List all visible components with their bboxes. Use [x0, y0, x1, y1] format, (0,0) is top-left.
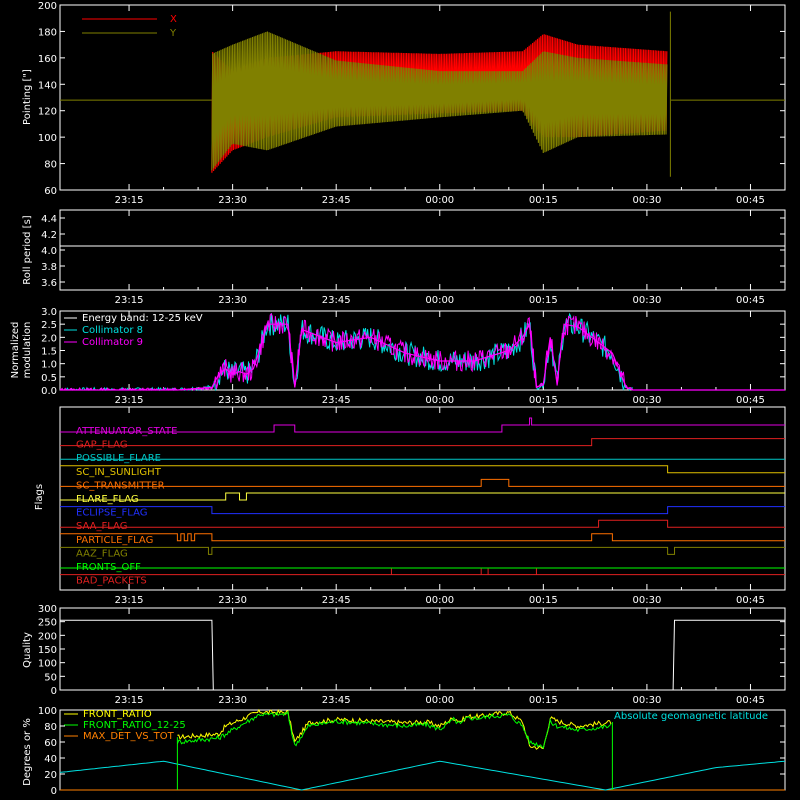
y-tick-label: 150 [38, 645, 57, 656]
y-tick-label: 20 [44, 770, 57, 781]
x-tick-label: 23:45 [322, 695, 351, 706]
y-tick-label: 160 [38, 54, 57, 65]
x-tick-label: 23:15 [115, 295, 144, 306]
y-tick-label: 100 [38, 659, 57, 670]
roll-y-label: Roll period [s] [22, 215, 33, 284]
flag-label-sc-in-sunlight: SC_IN_SUNLIGHT [76, 467, 162, 478]
x-tick-label: 00:00 [425, 195, 454, 206]
y-tick-label: 100 [38, 706, 57, 717]
modulation-y-label-1: Normalized [10, 322, 21, 379]
legend-coll9: Collimator 9 [82, 337, 143, 348]
y-tick-label: 140 [38, 80, 57, 91]
flag-label-possible-flare: POSSIBLE_FLARE [76, 453, 161, 464]
quality-y-label: Quality [22, 632, 33, 668]
y-tick-label: 3.8 [41, 262, 57, 273]
x-tick-label: 23:45 [322, 595, 351, 606]
legend-max-det: MAX_DET_VS_TOT [83, 731, 175, 742]
x-tick-label: 00:00 [425, 395, 454, 406]
legend-front-ratio-12-25: FRONT_RATIO_12-25 [83, 720, 186, 731]
y-tick-label: 80 [44, 722, 57, 733]
y-tick-label: 180 [38, 27, 57, 38]
legend-x-label: X [170, 14, 177, 25]
x-tick-label: 00:45 [736, 395, 765, 406]
legend-front-ratio: FRONT_RATIO [83, 709, 152, 720]
y-tick-label: 40 [44, 754, 57, 765]
legend-coll8: Collimator 8 [82, 325, 143, 336]
y-tick-label: 0.0 [41, 386, 57, 397]
x-tick-label: 23:15 [115, 195, 144, 206]
y-tick-label: 0 [51, 686, 57, 697]
x-tick-label: 00:00 [425, 595, 454, 606]
x-tick-label: 00:15 [529, 295, 558, 306]
y-tick-label: 2.0 [41, 333, 57, 344]
y-tick-label: 1.0 [41, 360, 57, 371]
x-tick-label: 23:15 [115, 695, 144, 706]
flag-label-saa-flag: SAA_FLAG [76, 521, 127, 532]
flags-y-label: Flags [34, 484, 45, 510]
flag-label-gap-flag: GAP_FLAG [76, 440, 128, 451]
x-tick-label: 00:15 [529, 395, 558, 406]
y-tick-label: 120 [38, 107, 57, 118]
y-tick-label: 80 [44, 160, 57, 171]
y-tick-label: 4.4 [41, 214, 57, 225]
y-tick-label: 4.2 [41, 230, 57, 241]
x-tick-label: 00:00 [425, 695, 454, 706]
x-tick-label: 00:15 [529, 195, 558, 206]
y-tick-label: 0 [51, 786, 57, 797]
x-tick-label: 23:30 [218, 595, 247, 606]
ratios-y-label: Degrees or % [22, 718, 33, 786]
y-tick-label: 300 [38, 604, 57, 615]
flag-label-flare-flag: FLARE_FLAG [76, 494, 139, 505]
flag-label-eclipse-flag: ECLIPSE_FLAG [76, 508, 147, 519]
y-tick-label: 100 [38, 133, 57, 144]
modulation-y-label-2: modulation [22, 322, 33, 379]
flag-label-aaz-flag: AAZ_FLAG [76, 548, 128, 559]
y-tick-label: 250 [38, 618, 57, 629]
y-tick-label: 0.5 [41, 373, 57, 384]
x-tick-label: 23:30 [218, 395, 247, 406]
x-tick-label: 00:00 [425, 295, 454, 306]
legend-energy-band: Energy band: 12-25 keV [82, 313, 203, 324]
x-tick-label: 00:45 [736, 695, 765, 706]
flag-label-attenuator-state: ATTENUATOR_STATE [76, 426, 177, 437]
x-tick-label: 23:45 [322, 195, 351, 206]
x-tick-label: 00:30 [632, 395, 661, 406]
x-tick-label: 00:30 [632, 195, 661, 206]
x-tick-label: 23:45 [322, 395, 351, 406]
y-tick-label: 2.5 [41, 320, 57, 331]
y-tick-label: 60 [44, 738, 57, 749]
y-tick-label: 60 [44, 186, 57, 197]
x-tick-label: 00:30 [632, 695, 661, 706]
x-tick-label: 00:45 [736, 195, 765, 206]
flag-label-bad-packets: BAD_PACKETS [76, 576, 147, 587]
legend-geomag: Absolute geomagnetic latitude [614, 711, 768, 722]
x-tick-label: 00:15 [529, 695, 558, 706]
rhessi-observing-summary-figure: 6080100120140160180200 23:15 23:30 23:45 00… [0, 0, 800, 800]
y-tick-label: 3.6 [41, 278, 57, 289]
flag-label-particle-flag: PARTICLE_FLAG [76, 535, 153, 546]
x-tick-label: 23:30 [218, 195, 247, 206]
legend-y-label: Y [169, 28, 177, 39]
pointing-y-label: Pointing ["] [22, 69, 33, 125]
x-tick-label: 00:15 [529, 595, 558, 606]
flag-label-sc-transmitter: SC_TRANSMITTER [76, 480, 165, 491]
y-tick-label: 50 [44, 672, 57, 683]
y-tick-label: 1.5 [41, 347, 57, 358]
x-tick-label: 00:45 [736, 295, 765, 306]
x-tick-label: 23:15 [115, 395, 144, 406]
y-tick-label: 3.0 [41, 307, 57, 318]
x-tick-label: 00:45 [736, 595, 765, 606]
y-tick-label: 4.0 [41, 246, 57, 257]
y-tick-label: 200 [38, 631, 57, 642]
y-tick-label: 200 [38, 1, 57, 12]
x-tick-label: 00:30 [632, 595, 661, 606]
x-tick-label: 23:30 [218, 695, 247, 706]
x-tick-label: 23:45 [322, 295, 351, 306]
x-tick-label: 00:30 [632, 295, 661, 306]
flag-label-fronts-off: FRONTS_OFF [76, 562, 141, 573]
x-tick-label: 23:30 [218, 295, 247, 306]
x-tick-label: 23:15 [115, 595, 144, 606]
